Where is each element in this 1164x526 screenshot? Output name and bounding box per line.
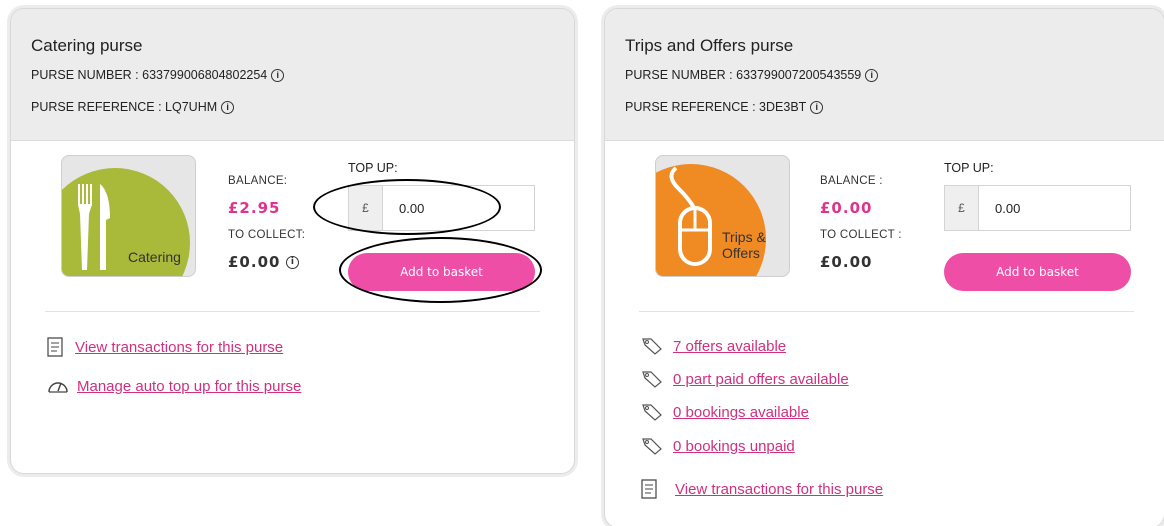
info-icon[interactable]: i — [286, 255, 300, 269]
topup-amount-input[interactable] — [979, 186, 1129, 230]
purse-number-text: PURSE NUMBER : 633799006804802254 — [31, 68, 268, 82]
balance-label: BALANCE : — [820, 175, 883, 187]
topup-label: TOP UP: — [348, 161, 398, 175]
catering-purse-card: Catering purse PURSE NUMBER : 6337990068… — [10, 8, 575, 474]
topup-field: £ — [944, 185, 1131, 231]
divider — [639, 311, 1134, 312]
part-paid-offers-link[interactable]: 0 part paid offers available — [673, 371, 849, 388]
receipt-icon — [47, 337, 63, 357]
tag-icon — [642, 404, 662, 421]
to-collect-label: TO COLLECT: — [228, 229, 306, 241]
to-collect-label: TO COLLECT : — [820, 229, 902, 241]
balance-value: £2.95 — [228, 199, 281, 217]
catering-purse-number: PURSE NUMBER : 633799006804802254 i — [31, 68, 574, 82]
topup-field: £ — [348, 185, 535, 231]
part-paid-offers-link-row[interactable]: 0 part paid offers available — [641, 370, 849, 388]
trips-logo-text-2: Offers — [722, 245, 760, 261]
bookings-available-link[interactable]: 0 bookings available — [673, 404, 809, 421]
topup-amount-input[interactable] — [383, 186, 533, 230]
tag-icon — [642, 438, 662, 455]
offers-available-link-row[interactable]: 7 offers available — [641, 337, 786, 355]
view-transactions-link-row[interactable]: View transactions for this purse — [47, 337, 283, 357]
mouse-icon — [669, 166, 712, 266]
bookings-unpaid-link[interactable]: 0 bookings unpaid — [673, 438, 795, 455]
catering-logo: Catering — [61, 155, 196, 277]
catering-purse-title: Catering purse — [31, 36, 143, 55]
trips-purse-number: PURSE NUMBER : 633799007200543559 i — [625, 68, 1164, 82]
trips-purse-title: Trips and Offers purse — [625, 36, 794, 55]
trips-purse-card: Trips and Offers purse PURSE NUMBER : 63… — [604, 8, 1164, 526]
catering-purse-reference: PURSE REFERENCE : LQ7UHM i — [31, 100, 574, 114]
view-transactions-link[interactable]: View transactions for this purse — [75, 339, 283, 356]
purse-reference-text: PURSE REFERENCE : LQ7UHM — [31, 100, 218, 114]
receipt-icon — [641, 479, 657, 499]
currency-symbol: £ — [945, 186, 979, 230]
view-transactions-link-row[interactable]: View transactions for this purse — [641, 479, 883, 499]
info-icon[interactable]: i — [810, 100, 824, 114]
balance-label: BALANCE: — [228, 175, 288, 187]
to-collect-value: £0.00 — [820, 253, 873, 271]
trips-logo: Trips & Offers — [655, 155, 790, 277]
trips-purse-reference: PURSE REFERENCE : 3DE3BT i — [625, 100, 1164, 114]
to-collect-value-row: £0.00 i — [228, 253, 300, 271]
tag-icon — [642, 371, 662, 388]
trips-purse-header: Trips and Offers purse PURSE NUMBER : 63… — [605, 9, 1164, 141]
offers-available-link[interactable]: 7 offers available — [673, 338, 786, 355]
add-to-basket-button[interactable]: Add to basket — [348, 253, 535, 291]
trips-logo-text-1: Trips & — [722, 229, 766, 245]
view-transactions-link[interactable]: View transactions for this purse — [675, 481, 883, 498]
manage-auto-topup-link-row[interactable]: Manage auto top up for this purse — [47, 377, 301, 395]
catering-purse-header: Catering purse PURSE NUMBER : 6337990068… — [11, 9, 574, 141]
topup-label: TOP UP: — [944, 161, 994, 175]
manage-auto-topup-link[interactable]: Manage auto top up for this purse — [77, 378, 301, 395]
info-icon[interactable]: i — [221, 100, 235, 114]
purse-reference-text: PURSE REFERENCE : 3DE3BT — [625, 100, 807, 114]
balance-value: £0.00 — [820, 199, 873, 217]
to-collect-value: £0.00 — [228, 253, 281, 271]
bookings-available-link-row[interactable]: 0 bookings available — [641, 403, 809, 421]
gauge-icon — [48, 382, 68, 393]
cutlery-icon — [78, 184, 110, 270]
catering-logo-text: Catering — [128, 249, 181, 265]
bookings-unpaid-link-row[interactable]: 0 bookings unpaid — [641, 437, 795, 455]
add-to-basket-button[interactable]: Add to basket — [944, 253, 1131, 291]
info-icon[interactable]: i — [271, 68, 285, 82]
tag-icon — [642, 338, 662, 355]
info-icon[interactable]: i — [865, 68, 879, 82]
divider — [45, 311, 540, 312]
currency-symbol: £ — [349, 186, 383, 230]
purse-number-text: PURSE NUMBER : 633799007200543559 — [625, 68, 862, 82]
